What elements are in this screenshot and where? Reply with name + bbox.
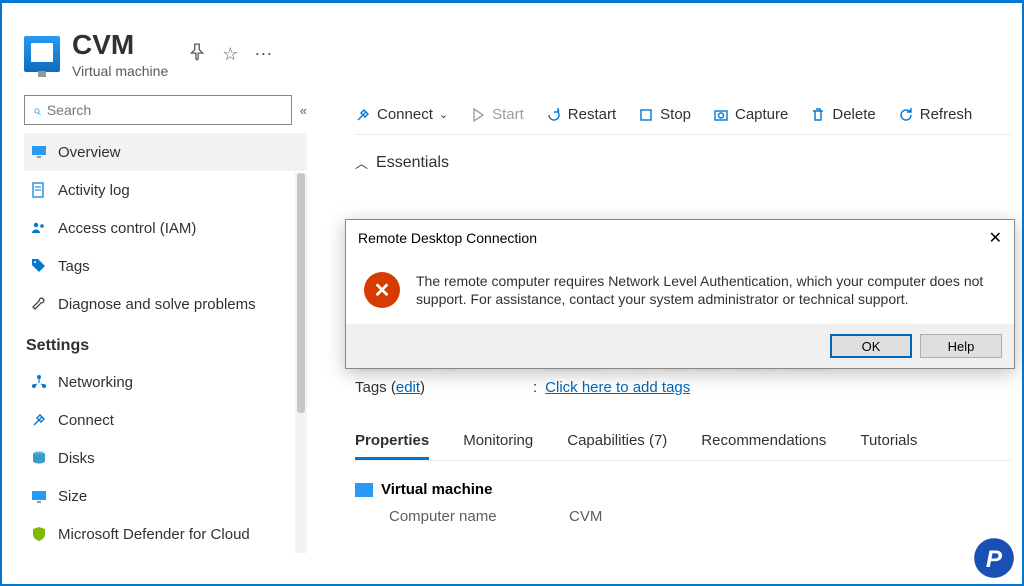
start-label: Start bbox=[492, 106, 524, 123]
nav-defender[interactable]: Microsoft Defender for Cloud bbox=[24, 515, 307, 553]
page-title: CVM bbox=[72, 29, 168, 61]
tab-bar: Properties Monitoring Capabilities (7) R… bbox=[355, 424, 1012, 461]
connect-label: Connect bbox=[377, 106, 433, 123]
nav-label: Networking bbox=[58, 374, 133, 391]
nav-label: Connect bbox=[58, 412, 114, 429]
nav-label: Microsoft Defender for Cloud bbox=[58, 526, 250, 543]
stop-icon bbox=[638, 107, 654, 123]
nav-access-control[interactable]: Access control (IAM) bbox=[24, 209, 307, 247]
resource-type-label: Virtual machine bbox=[72, 63, 168, 79]
plug-icon bbox=[30, 411, 48, 429]
tab-capabilities[interactable]: Capabilities (7) bbox=[567, 424, 667, 460]
network-icon bbox=[30, 373, 48, 391]
search-input[interactable] bbox=[47, 102, 283, 118]
nav-label: Overview bbox=[58, 144, 121, 161]
log-icon bbox=[30, 181, 48, 199]
delete-label: Delete bbox=[832, 106, 875, 123]
nav-label: Diagnose and solve problems bbox=[58, 296, 256, 313]
computer-name-value: CVM bbox=[569, 508, 602, 525]
tag-icon bbox=[30, 257, 48, 275]
tab-properties[interactable]: Properties bbox=[355, 424, 429, 460]
collapse-sidebar-icon[interactable]: « bbox=[300, 103, 307, 118]
wrench-icon bbox=[30, 295, 48, 313]
close-icon[interactable]: ✕ bbox=[989, 228, 1002, 248]
vm-small-icon bbox=[355, 483, 373, 497]
nav-size[interactable]: Size bbox=[24, 477, 307, 515]
nav-label: Activity log bbox=[58, 182, 130, 199]
star-icon[interactable]: ☆ bbox=[222, 44, 238, 65]
tags-edit-link[interactable]: edit bbox=[396, 379, 420, 396]
refresh-icon bbox=[898, 107, 914, 123]
tags-label: Tags (edit) bbox=[355, 379, 533, 396]
svg-text:P: P bbox=[986, 546, 1003, 573]
settings-section-heading: Settings bbox=[24, 323, 307, 363]
disk-icon bbox=[30, 449, 48, 467]
tab-recommendations[interactable]: Recommendations bbox=[701, 424, 826, 460]
stop-button[interactable]: Stop bbox=[638, 106, 691, 123]
start-button[interactable]: Start bbox=[470, 106, 524, 123]
size-icon bbox=[30, 487, 48, 505]
capture-icon bbox=[713, 107, 729, 123]
ok-button[interactable]: OK bbox=[830, 334, 912, 358]
trash-icon bbox=[810, 107, 826, 123]
restart-button[interactable]: Restart bbox=[546, 106, 616, 123]
sidebar-scrollbar[interactable] bbox=[295, 173, 307, 553]
nav-label: Access control (IAM) bbox=[58, 220, 196, 237]
nav-diagnose[interactable]: Diagnose and solve problems bbox=[24, 285, 307, 323]
tab-tutorials[interactable]: Tutorials bbox=[860, 424, 917, 460]
pin-icon[interactable] bbox=[188, 43, 206, 66]
chevron-up-icon: ︿ bbox=[355, 153, 368, 172]
nav-connect[interactable]: Connect bbox=[24, 401, 307, 439]
dialog-message: The remote computer requires Network Lev… bbox=[416, 272, 996, 308]
help-button[interactable]: Help bbox=[920, 334, 1002, 358]
chevron-down-icon: ⌄ bbox=[439, 108, 448, 121]
nav-disks[interactable]: Disks bbox=[24, 439, 307, 477]
essentials-toggle[interactable]: ︿ Essentials bbox=[355, 153, 1012, 172]
error-icon: ✕ bbox=[364, 272, 400, 308]
capture-button[interactable]: Capture bbox=[713, 106, 788, 123]
search-icon: ⌕ bbox=[33, 102, 41, 119]
people-icon bbox=[30, 219, 48, 237]
nav-networking[interactable]: Networking bbox=[24, 363, 307, 401]
error-dialog: Remote Desktop Connection ✕ ✕ The remote… bbox=[345, 219, 1015, 369]
search-box[interactable]: ⌕ bbox=[24, 95, 292, 125]
tab-monitoring[interactable]: Monitoring bbox=[463, 424, 533, 460]
nav-label: Disks bbox=[58, 450, 95, 467]
watermark-icon: P bbox=[972, 536, 1016, 580]
monitor-icon bbox=[30, 143, 48, 161]
stop-label: Stop bbox=[660, 106, 691, 123]
nav-overview[interactable]: Overview bbox=[24, 133, 307, 171]
delete-button[interactable]: Delete bbox=[810, 106, 875, 123]
restart-label: Restart bbox=[568, 106, 616, 123]
refresh-label: Refresh bbox=[920, 106, 973, 123]
vm-icon bbox=[24, 36, 60, 72]
shield-icon bbox=[30, 525, 48, 543]
toolbar: Connect ⌄ Start Restart Stop Capture bbox=[355, 95, 1012, 135]
vm-section-heading: Virtual machine bbox=[355, 481, 1012, 498]
computer-name-label: Computer name bbox=[389, 508, 569, 525]
sidebar: ⌕ « Overview Activity log Access control… bbox=[2, 89, 307, 574]
play-icon bbox=[470, 107, 486, 123]
refresh-button[interactable]: Refresh bbox=[898, 106, 973, 123]
nav-label: Size bbox=[58, 488, 87, 505]
nav-label: Tags bbox=[58, 258, 90, 275]
restart-icon bbox=[546, 107, 562, 123]
scrollbar-thumb[interactable] bbox=[297, 173, 305, 413]
nav-tags[interactable]: Tags bbox=[24, 247, 307, 285]
dialog-title: Remote Desktop Connection bbox=[358, 230, 537, 246]
essentials-title: Essentials bbox=[376, 154, 449, 172]
capture-label: Capture bbox=[735, 106, 788, 123]
nav-activity-log[interactable]: Activity log bbox=[24, 171, 307, 209]
more-icon[interactable]: ⋯ bbox=[254, 44, 272, 65]
tags-add-link[interactable]: Click here to add tags bbox=[545, 379, 690, 396]
connect-button[interactable]: Connect ⌄ bbox=[355, 106, 448, 123]
plug-icon bbox=[355, 107, 371, 123]
